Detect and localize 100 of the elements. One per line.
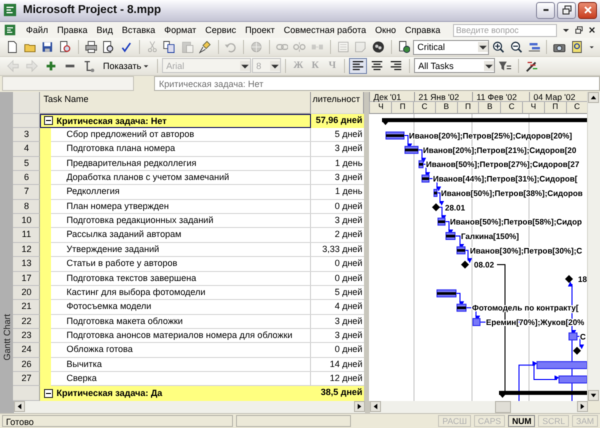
menu-item[interactable]: Правка (53, 25, 93, 36)
row-number-cell[interactable] (13, 386, 40, 401)
task-bar[interactable] (558, 375, 588, 384)
menu-item[interactable]: Вставка (118, 25, 160, 36)
vertical-scrollbar[interactable] (587, 92, 600, 401)
task-bar[interactable] (438, 217, 446, 226)
scroll-up-icon[interactable] (588, 92, 600, 103)
row-number-cell[interactable]: 10 (13, 214, 40, 228)
scroll-down-icon[interactable] (588, 390, 600, 401)
horizontal-scrollbar[interactable] (370, 400, 588, 413)
milestone-diamond[interactable] (461, 260, 470, 268)
row-number-cell[interactable]: 22 (13, 314, 40, 329)
close-document-icon[interactable] (588, 26, 596, 34)
menu-item[interactable]: Окно (371, 25, 402, 36)
task-name-cell[interactable]: Фотосъемка модели (51, 300, 312, 315)
row-number-cell[interactable]: 4 (13, 142, 40, 157)
task-bar[interactable] (472, 318, 481, 326)
caret-icon[interactable] (478, 42, 488, 52)
row-number-cell[interactable]: 11 (13, 228, 40, 243)
task-name-cell[interactable]: Кастинг для выбора фотомодели (51, 286, 312, 300)
dropdown-field[interactable]: All Tasks (414, 58, 496, 74)
row-number-cell[interactable]: 20 (13, 286, 40, 300)
menu-item[interactable]: Справка (401, 25, 446, 36)
column-header[interactable]: Task Name (40, 92, 312, 114)
row-number-cell[interactable]: 7 (13, 185, 40, 200)
row-number-cell[interactable]: 6 (13, 171, 40, 186)
restore-button[interactable] (557, 2, 576, 19)
task-name-cell[interactable]: Вычитка (51, 358, 312, 372)
restore-document-icon[interactable] (575, 26, 583, 34)
minimize-button[interactable] (536, 2, 555, 19)
task-name-cell[interactable]: Подготовка текстов завершена (51, 272, 312, 286)
horizontal-scrollbar[interactable] (14, 400, 365, 413)
menu-item[interactable]: Вид (92, 25, 118, 36)
people-button[interactable] (370, 39, 387, 56)
task-name-cell[interactable]: Подготовка макета обложки (51, 314, 312, 329)
task-name-cell[interactable]: Подготовка анонсов материалов номера для обложки (51, 328, 312, 344)
task-name-cell[interactable]: Предварительная редколлегия (51, 156, 312, 172)
task-bar[interactable] (418, 160, 424, 168)
scroll-thumb[interactable] (495, 400, 511, 413)
row-number-cell[interactable] (13, 114, 40, 128)
task-bar[interactable] (456, 246, 466, 254)
menu-item[interactable]: Сервис (201, 25, 242, 36)
task-bar[interactable] (536, 360, 588, 369)
row-number-cell[interactable]: 17 (13, 272, 40, 286)
show-menu-button[interactable]: Показать (99, 58, 154, 74)
task-bar[interactable] (446, 232, 456, 240)
view-bar[interactable]: Gantt Chart (0, 92, 14, 401)
task-bar[interactable] (386, 131, 405, 140)
menu-item[interactable]: Совместная работа (280, 25, 372, 36)
scroll-right-icon[interactable] (354, 401, 365, 412)
scroll-left-icon[interactable] (14, 401, 25, 412)
task-name-cell[interactable]: Подготовка редакционных заданий (51, 214, 312, 228)
row-number-cell[interactable]: 13 (13, 257, 40, 272)
zoom-in-button[interactable] (490, 39, 507, 56)
row-number-cell[interactable]: 21 (13, 300, 40, 315)
task-bar[interactable] (456, 303, 467, 312)
row-number-cell[interactable]: 3 (13, 128, 40, 142)
task-name-cell[interactable]: Рассылка заданий авторам (51, 228, 312, 243)
row-number-cell[interactable]: 5 (13, 156, 40, 172)
task-name-cell[interactable]: Доработка планов с учетом замечаний (51, 171, 312, 186)
row-number-cell[interactable]: 27 (13, 372, 40, 386)
column-header[interactable]: лительност (311, 92, 364, 114)
help-search-field[interactable]: Введите вопрос (453, 24, 557, 37)
row-number-cell[interactable]: 12 (13, 242, 40, 258)
group-cell[interactable]: Критическая задача: Нет (40, 114, 312, 128)
align-left-button[interactable] (349, 58, 368, 74)
collapse-icon[interactable] (44, 116, 54, 126)
menu-item[interactable]: Проект (241, 25, 280, 36)
task-bar[interactable] (404, 146, 419, 154)
task-name-cell[interactable]: Утверждение заданий (51, 242, 312, 258)
summary-bar[interactable] (382, 118, 588, 125)
task-name-cell[interactable]: Редколлегия (51, 185, 312, 200)
printer-button[interactable] (82, 39, 100, 56)
milestone-diamond[interactable] (573, 346, 582, 354)
caret-icon[interactable] (484, 60, 494, 71)
menu-item[interactable]: Файл (22, 25, 54, 36)
group-dropdown[interactable]: Critical (413, 40, 490, 55)
row-number-cell[interactable]: 8 (13, 200, 40, 214)
task-bar[interactable] (422, 174, 430, 182)
collapse-icon[interactable] (44, 388, 54, 398)
close-button[interactable] (578, 2, 597, 19)
task-name-cell[interactable]: Обложка готова (51, 343, 312, 358)
task-name-cell[interactable]: План номера утвержден (51, 200, 312, 214)
row-number-cell[interactable]: 23 (13, 328, 40, 344)
menu-item[interactable]: Формат (160, 25, 202, 36)
milestone-diamond[interactable] (432, 203, 440, 211)
task-name-cell[interactable]: Подготовка плана номера (51, 142, 312, 157)
scroll-left-icon[interactable] (370, 401, 381, 412)
task-name-cell[interactable]: Статьи в работе у авторов (51, 257, 312, 272)
corner-cell[interactable] (13, 92, 40, 114)
summary-bar[interactable] (499, 390, 588, 398)
task-name-cell[interactable]: Сбор предложений от авторов (51, 128, 312, 142)
caret-icon[interactable] (562, 26, 570, 34)
task-bar[interactable] (434, 188, 438, 197)
row-number-cell[interactable]: 26 (13, 358, 40, 372)
milestone-diamond[interactable] (565, 274, 574, 283)
row-number-cell[interactable]: 24 (13, 343, 40, 358)
group-cell[interactable]: Критическая задача: Да (40, 386, 312, 401)
task-bar[interactable] (436, 289, 457, 298)
scroll-right-icon[interactable] (577, 401, 588, 412)
